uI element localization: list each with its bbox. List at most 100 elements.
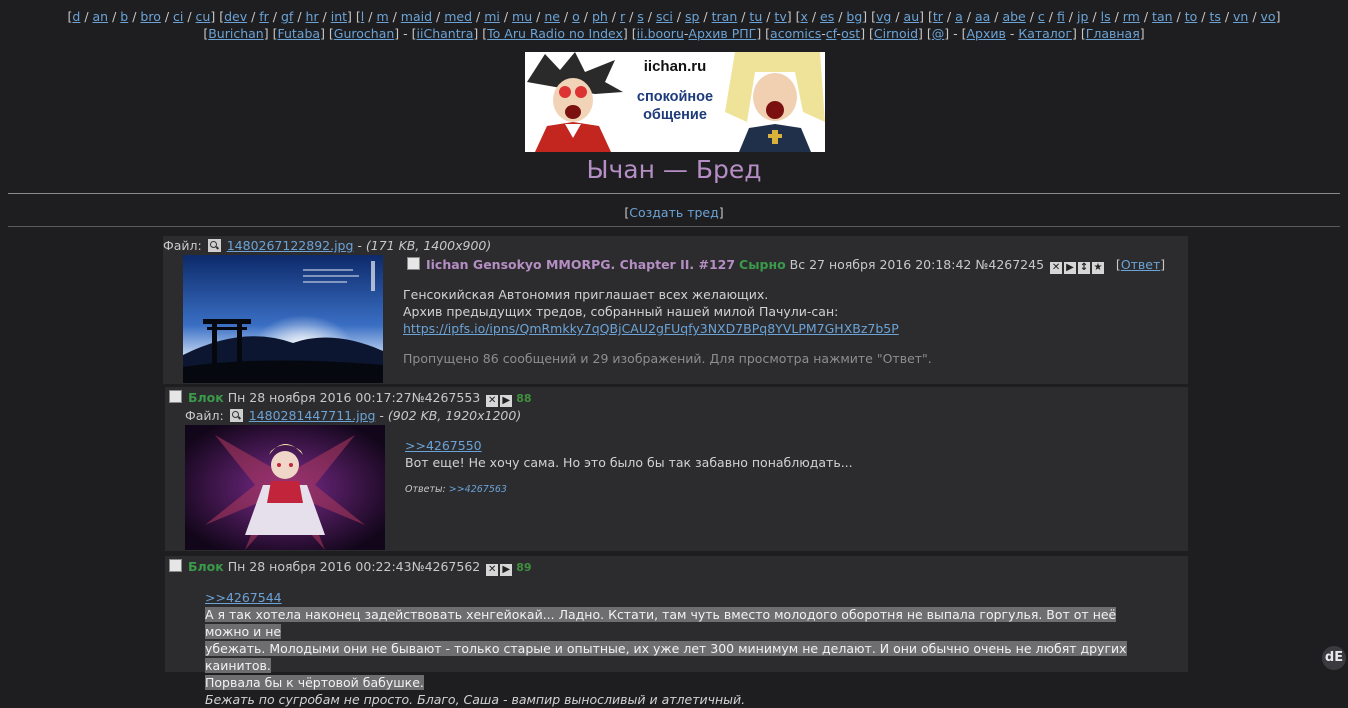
board-link-gf[interactable]: gf <box>281 9 293 24</box>
board-link-tv[interactable]: tv <box>774 9 786 24</box>
op-header: Iichan Gensokyo MMORPG. Chapter II. #127… <box>426 257 1166 274</box>
board-link-sp[interactable]: sp <box>685 9 699 24</box>
site-link[interactable]: Futaba <box>277 26 320 41</box>
board-link-ts[interactable]: ts <box>1209 9 1220 24</box>
board-link-mi[interactable]: mi <box>484 9 500 24</box>
site-link[interactable]: ii.booru <box>637 26 684 41</box>
reply-select-checkbox[interactable] <box>169 559 182 572</box>
site-link[interactable]: Архив РПГ <box>688 26 756 41</box>
board-link-an[interactable]: an <box>93 9 109 24</box>
board-link-s[interactable]: s <box>637 9 644 24</box>
site-link[interactable]: iiChantra <box>417 26 474 41</box>
board-link-tran[interactable]: tran <box>712 9 738 24</box>
site-link[interactable]: To Aru Radio no Index <box>487 26 623 41</box>
search-image-icon[interactable] <box>229 409 243 422</box>
create-thread-button[interactable]: Создать тред <box>629 205 719 220</box>
reply-poster-name: Блок <box>188 390 224 405</box>
site-link[interactable]: Архив <box>966 26 1005 41</box>
board-link-hr[interactable]: hr <box>306 9 319 24</box>
site-link[interactable]: Gurochan <box>334 26 395 41</box>
board-link-bg[interactable]: bg <box>846 9 862 24</box>
board-link-mu[interactable]: mu <box>512 9 532 24</box>
board-link-tu[interactable]: tu <box>749 9 762 24</box>
reply-thumbnail[interactable] <box>185 425 385 550</box>
board-link-jp[interactable]: jp <box>1077 9 1088 24</box>
reply-date: Пн 28 ноября 2016 00:17:27 <box>227 390 412 405</box>
op-thumbnail[interactable] <box>183 255 383 383</box>
board-link-sci[interactable]: sci <box>656 9 673 24</box>
op-poster-name: Сырно <box>739 257 786 272</box>
board-link-c[interactable]: c <box>1038 9 1045 24</box>
board-link-au[interactable]: au <box>904 9 920 24</box>
board-link-vg[interactable]: vg <box>876 9 891 24</box>
board-link-maid[interactable]: maid <box>401 9 432 24</box>
board-link-ci[interactable]: ci <box>173 9 183 24</box>
banner-right-character-icon <box>725 52 825 152</box>
create-thread-link: [Создать тред] <box>624 205 724 220</box>
reply-select-checkbox[interactable] <box>169 390 182 403</box>
site-link[interactable]: Burichan <box>208 26 264 41</box>
board-link-tr[interactable]: tr <box>933 9 943 24</box>
expand-icon[interactable]: ▶ <box>500 395 513 407</box>
board-link-ls[interactable]: ls <box>1101 9 1111 24</box>
site-link[interactable]: Каталог <box>1018 26 1072 41</box>
board-link-tan[interactable]: tan <box>1152 9 1172 24</box>
board-link-a[interactable]: a <box>955 9 963 24</box>
site-banner[interactable]: iichan.ru спокойное общение <box>525 52 825 152</box>
board-title: Ычан — Бред <box>586 155 762 184</box>
site-link[interactable]: Cirnoid <box>874 26 918 41</box>
reply-post-number[interactable]: №4267553 <box>412 390 481 405</box>
reply-post-number[interactable]: №4267562 <box>412 559 481 574</box>
board-link-b[interactable]: b <box>120 9 128 24</box>
board-link-x[interactable]: x <box>800 9 807 24</box>
expand-icon[interactable]: ▶ <box>500 564 513 576</box>
board-link-med[interactable]: med <box>444 9 472 24</box>
board-link-bro[interactable]: bro <box>140 9 160 24</box>
board-link-r[interactable]: r <box>620 9 625 24</box>
favorite-star-icon[interactable]: ★ <box>1092 262 1105 274</box>
site-link[interactable]: acomics <box>770 26 821 41</box>
board-link-to[interactable]: to <box>1185 9 1198 24</box>
board-link-ph[interactable]: ph <box>592 9 608 24</box>
op-select-checkbox[interactable] <box>407 257 420 270</box>
site-link[interactable]: cf <box>826 26 837 41</box>
board-link-m[interactable]: m <box>376 9 388 24</box>
quote-link[interactable]: >>4267544 <box>205 590 282 605</box>
site-link[interactable]: Главная <box>1086 26 1140 41</box>
hide-icon[interactable]: ✕ <box>1050 262 1063 274</box>
italic-text: Бежать по сугробам не просто. Благо, Саш… <box>205 692 746 707</box>
op-file-link[interactable]: 1480267122892.jpg <box>227 238 354 253</box>
op-reply-link[interactable]: Ответ <box>1121 257 1160 272</box>
op-post-number[interactable]: №4267245 <box>975 257 1044 272</box>
quote-link[interactable]: >>4267550 <box>405 438 482 453</box>
board-link-vn[interactable]: vn <box>1233 9 1248 24</box>
board-link-l[interactable]: l <box>361 9 364 24</box>
expand-icon[interactable]: ▶ <box>1064 262 1077 274</box>
board-link-int[interactable]: int <box>331 9 347 24</box>
board-link-abe[interactable]: abe <box>1002 9 1025 24</box>
scroll-icon[interactable]: ↕ <box>1078 262 1091 274</box>
board-link-o[interactable]: o <box>572 9 580 24</box>
hide-icon[interactable]: ✕ <box>486 395 499 407</box>
board-link-es[interactable]: es <box>820 9 834 24</box>
site-links-nav: [Burichan] [Futaba] [Gurochan] - [iiChan… <box>203 26 1145 41</box>
corner-badge-icon[interactable]: dE <box>1322 646 1346 670</box>
site-link[interactable]: @ <box>932 26 945 41</box>
board-link-cu[interactable]: cu <box>196 9 211 24</box>
board-link-vo[interactable]: vo <box>1261 9 1276 24</box>
backlink[interactable]: >>4267563 <box>449 484 507 495</box>
board-link-ne[interactable]: ne <box>544 9 560 24</box>
board-link-d[interactable]: d <box>72 9 80 24</box>
reply-file-link[interactable]: 1480281447711.jpg <box>249 408 376 423</box>
file-label: Файл: <box>185 408 224 423</box>
search-image-icon[interactable] <box>207 239 221 252</box>
board-link-fr[interactable]: fr <box>259 9 269 24</box>
board-link-rm[interactable]: rm <box>1123 9 1140 24</box>
board-link-fi[interactable]: fi <box>1057 9 1065 24</box>
site-link[interactable]: ost <box>841 26 860 41</box>
hide-icon[interactable]: ✕ <box>486 564 499 576</box>
board-link-aa[interactable]: aa <box>975 9 990 24</box>
spoiler-text: А я так хотела наконец задействовать хен… <box>205 607 1117 639</box>
board-link-dev[interactable]: dev <box>224 9 247 24</box>
op-archive-url[interactable]: https://ipfs.io/ipns/QmRmkky7qQBjCAU2gFU… <box>403 321 899 336</box>
